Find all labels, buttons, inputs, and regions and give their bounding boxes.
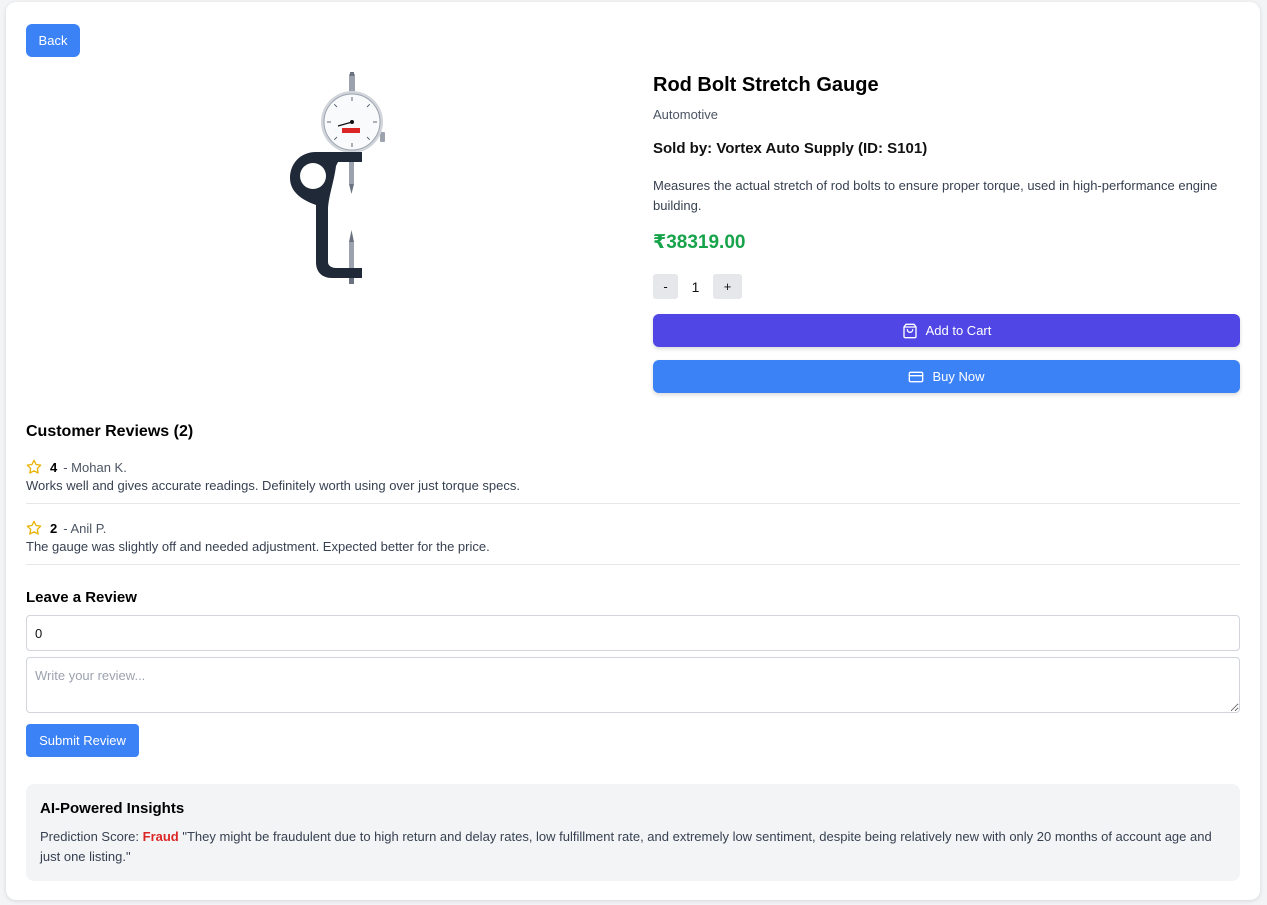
review-rating: 2 (50, 520, 58, 536)
leave-review-heading: Leave a Review (26, 589, 137, 606)
reviews-heading: Customer Reviews (2) (26, 423, 194, 440)
shopping-bag-icon (902, 323, 917, 338)
star-icon (26, 459, 42, 474)
back-button[interactable]: Back (26, 24, 80, 57)
dial-gauge-image (290, 72, 385, 284)
add-to-cart-button[interactable]: Add to Cart (653, 314, 1240, 347)
product-image (276, 70, 386, 285)
review-rating: 4 (50, 459, 58, 475)
credit-card-icon (909, 371, 924, 382)
star-icon (26, 520, 42, 535)
seller-info: Sold by: Vortex Auto Supply (ID: S101) (653, 140, 928, 157)
insights-text: Prediction Score: Fraud "They might be f… (40, 827, 1226, 867)
product-description: Measures the actual stretch of rod bolts… (653, 178, 1218, 213)
prediction-score-value: Fraud (142, 829, 179, 844)
insights-title: AI-Powered Insights (40, 800, 185, 817)
quantity-increase-button[interactable]: + (713, 274, 742, 299)
product-card: Back Rod Bolt Stretch Gauge Automotive S… (6, 2, 1260, 900)
rating-input[interactable] (26, 615, 1240, 651)
ai-insights-panel: AI-Powered Insights Prediction Score: Fr… (26, 784, 1240, 881)
add-to-cart-label: Add to Cart (925, 323, 992, 338)
submit-review-button[interactable]: Submit Review (26, 724, 139, 757)
quantity-decrease-button[interactable]: - (653, 274, 678, 299)
review-item: 4 - Mohan K. Works well and gives accura… (26, 457, 1240, 504)
product-price: ₹38319.00 (653, 232, 746, 253)
product-title: Rod Bolt Stretch Gauge (653, 74, 879, 96)
review-text: The gauge was slightly off and needed ad… (26, 539, 490, 554)
buy-now-button[interactable]: Buy Now (653, 360, 1240, 393)
reviewer-name: - Mohan K. (63, 459, 127, 475)
prediction-score-label: Prediction Score: (40, 829, 139, 844)
review-item: 2 - Anil P. The gauge was slightly off a… (26, 518, 1240, 565)
reviewer-name: - Anil P. (63, 520, 107, 536)
review-text: Works well and gives accurate readings. … (26, 478, 520, 493)
prediction-explanation: "They might be fraudulent due to high re… (40, 829, 1212, 864)
product-category: Automotive (653, 107, 719, 122)
review-textarea[interactable] (26, 657, 1240, 713)
quantity-value: 1 (691, 278, 700, 295)
buy-now-label: Buy Now (932, 369, 985, 384)
